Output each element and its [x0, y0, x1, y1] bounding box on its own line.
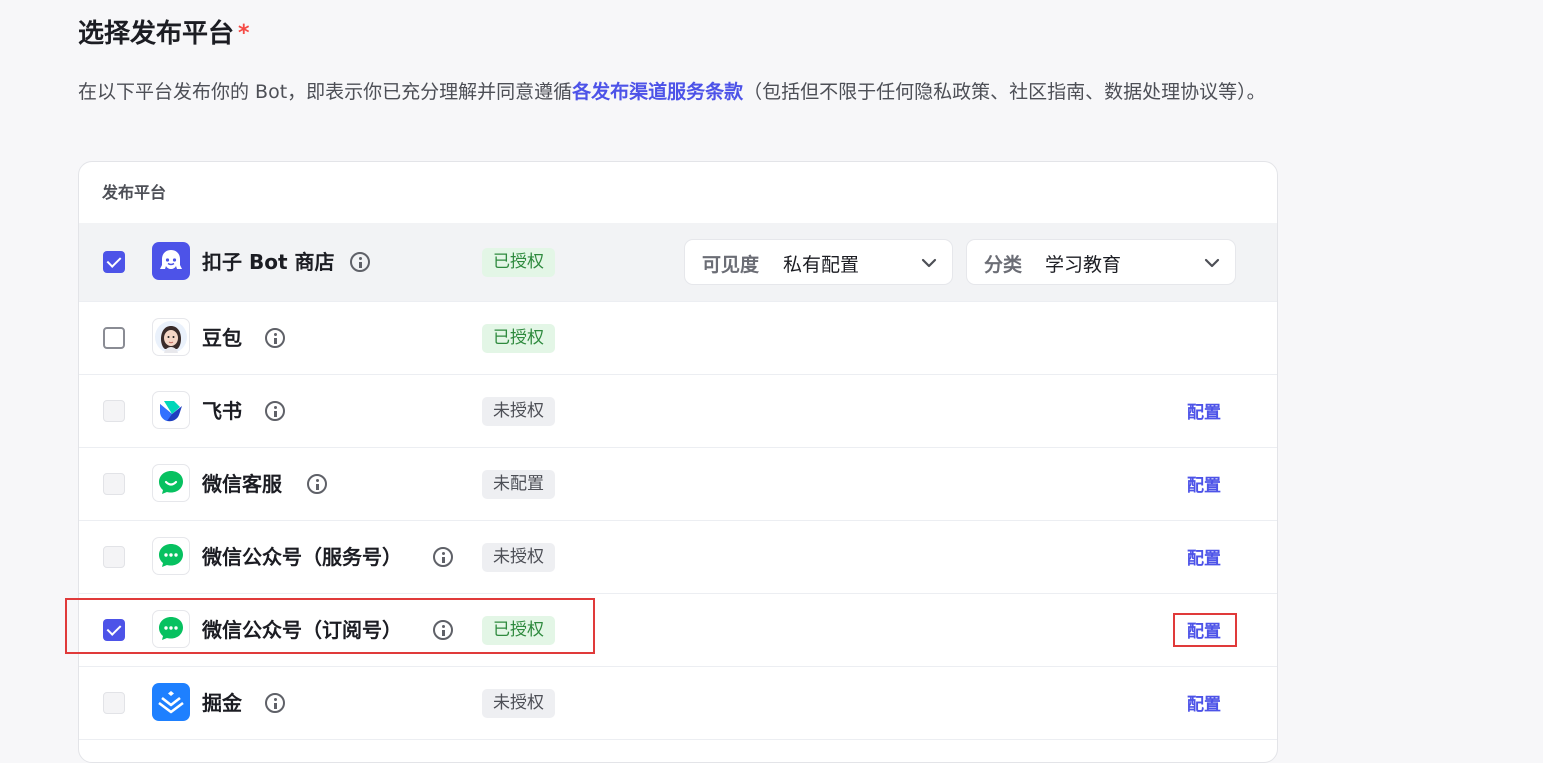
platform-row-doubao: 豆包 已授权	[79, 302, 1277, 375]
required-mark: *	[238, 21, 250, 46]
platform-row-wechat-service: 微信客服 未配置 配置	[79, 448, 1277, 521]
checkbox-feishu	[103, 400, 125, 422]
platform-row-feishu: 飞书 未授权 配置	[79, 375, 1277, 448]
title-text: 选择发布平台	[78, 19, 235, 49]
checkbox-juejin	[103, 692, 125, 714]
highlight-box-row	[65, 598, 595, 654]
highlight-box-config	[1173, 613, 1237, 647]
configure-link[interactable]: 配置	[1187, 474, 1221, 498]
status-badge: 未授权	[482, 397, 555, 426]
info-icon[interactable]	[265, 693, 285, 713]
visibility-label: 可见度	[702, 254, 760, 276]
platform-row-coze-store: 扣子 Bot 商店 已授权 可见度 私有配置 分类 学习教育	[79, 223, 1277, 302]
coze-store-icon	[152, 242, 190, 280]
wechat-icon	[152, 537, 190, 575]
category-value: 学习教育	[1045, 254, 1122, 276]
category-label: 分类	[984, 254, 1023, 276]
page-title: 选择发布平台 *	[78, 16, 250, 52]
table-header: 发布平台	[79, 162, 1277, 224]
status-badge: 未授权	[482, 689, 555, 718]
platform-name: 掘金	[202, 691, 242, 715]
info-icon[interactable]	[307, 474, 327, 494]
platform-table: 发布平台 扣子 Bot 商店 已授权 可见度 私有配置 分类 学习教育 豆包 已…	[78, 161, 1278, 763]
info-icon[interactable]	[433, 547, 453, 567]
checkbox-wechat-service	[103, 473, 125, 495]
checkbox-doubao[interactable]	[103, 327, 125, 349]
checkbox-coze-store[interactable]	[103, 251, 125, 273]
doubao-avatar-icon	[152, 318, 190, 356]
configure-link[interactable]: 配置	[1187, 547, 1221, 571]
platform-name: 豆包	[202, 326, 242, 350]
category-select[interactable]: 分类 学习教育	[966, 239, 1236, 285]
configure-link[interactable]: 配置	[1187, 693, 1221, 717]
chevron-down-icon	[921, 258, 937, 268]
terms-link[interactable]: 各发布渠道服务条款	[572, 81, 743, 103]
status-badge: 未配置	[482, 470, 555, 499]
visibility-select[interactable]: 可见度 私有配置	[684, 239, 953, 285]
status-badge: 已授权	[482, 248, 555, 277]
platform-name: 扣子 Bot 商店	[202, 250, 335, 274]
info-icon[interactable]	[265, 401, 285, 421]
wechat-service-icon	[152, 464, 190, 502]
visibility-value: 私有配置	[783, 254, 860, 276]
platform-name: 微信公众号（服务号）	[202, 545, 402, 569]
desc-suffix: （包括但不限于任何隐私政策、社区指南、数据处理协议等）。	[743, 81, 1266, 103]
chevron-down-icon	[1204, 258, 1220, 268]
info-icon[interactable]	[350, 252, 370, 272]
platform-name: 飞书	[202, 399, 242, 423]
desc-prefix: 在以下平台发布你的 Bot，即表示你已充分理解并同意遵循	[78, 81, 573, 103]
platform-row-wechat-oa-service: 微信公众号（服务号） 未授权 配置	[79, 521, 1277, 594]
configure-link[interactable]: 配置	[1187, 401, 1221, 425]
status-badge: 已授权	[482, 324, 555, 353]
status-badge: 未授权	[482, 543, 555, 572]
platform-name: 微信客服	[202, 472, 282, 496]
feishu-icon	[152, 391, 190, 429]
checkbox-wechat-oa-service	[103, 546, 125, 568]
platform-row-juejin: 掘金 未授权 配置	[79, 667, 1277, 740]
terms-description: 在以下平台发布你的 Bot，即表示你已充分理解并同意遵循各发布渠道服务条款（包括…	[78, 76, 1278, 109]
juejin-icon	[152, 683, 190, 721]
info-icon[interactable]	[265, 328, 285, 348]
